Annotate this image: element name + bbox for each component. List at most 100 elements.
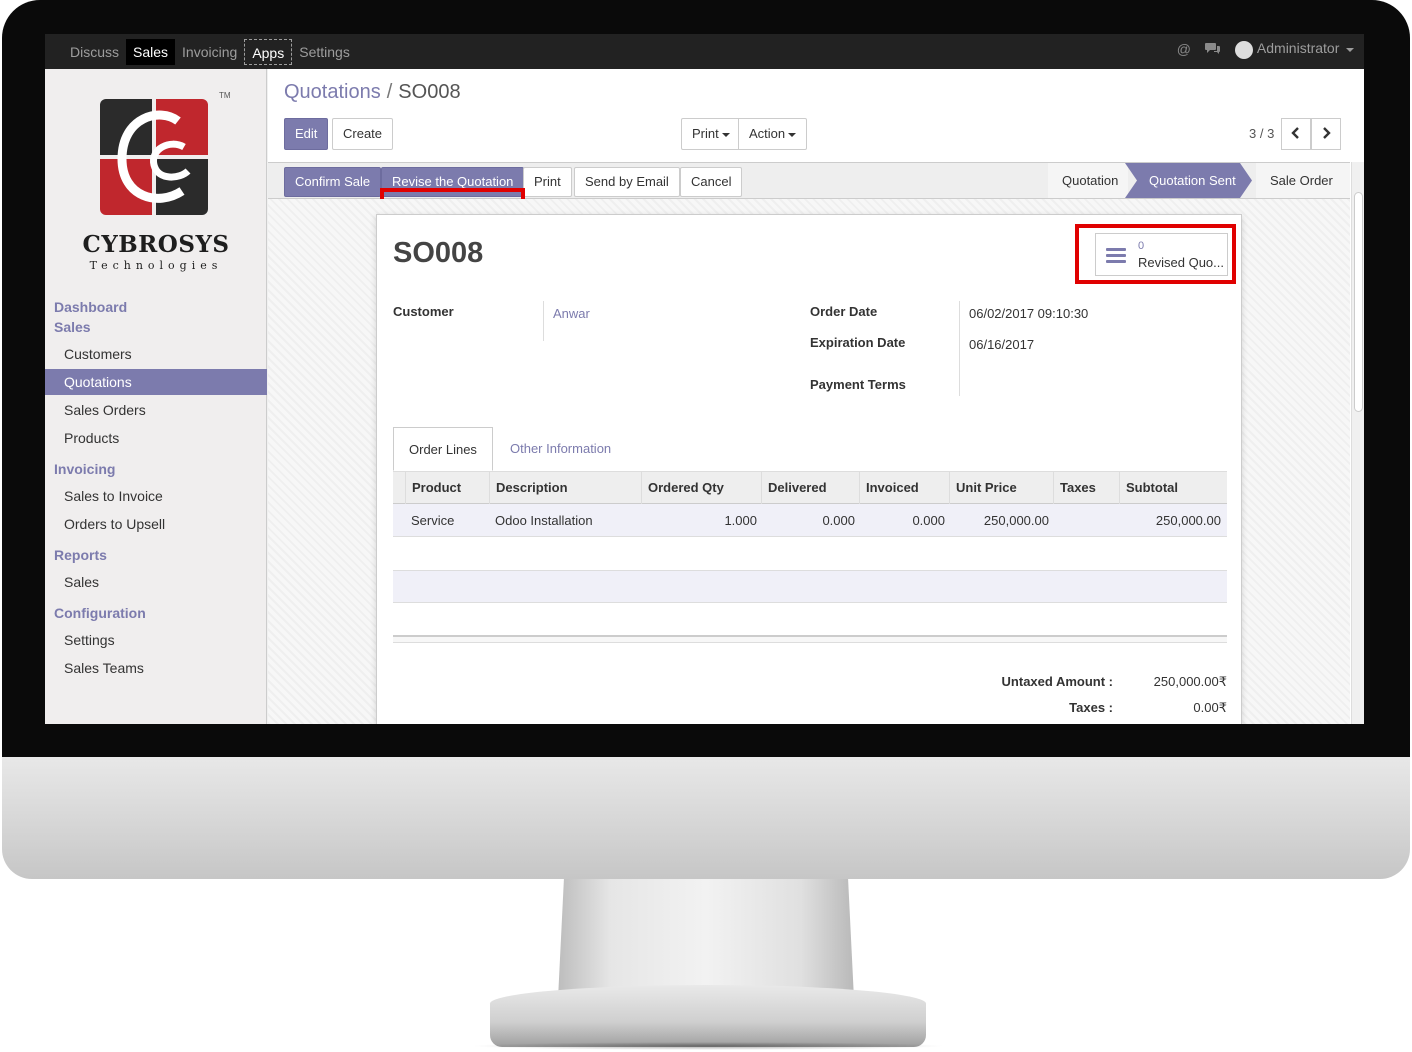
cell-delivered: 0.000 xyxy=(822,513,855,528)
edit-button[interactable]: Edit xyxy=(284,118,329,150)
cell-unit-price: 250,000.00 xyxy=(983,513,1049,528)
sidebar-item-sales-teams[interactable]: Sales Teams xyxy=(45,655,267,681)
chevron-down-icon xyxy=(788,132,797,137)
menu-sales[interactable]: Sales xyxy=(126,39,176,65)
user-menu[interactable]: Administrator xyxy=(1234,40,1354,59)
confirm-sale-button[interactable]: Confirm Sale xyxy=(284,167,382,197)
col-subtotal[interactable]: Subtotal xyxy=(1119,472,1227,504)
stage-quotation-sent[interactable]: Quotation Sent xyxy=(1125,163,1252,198)
chat-bubbles-icon[interactable] xyxy=(1204,41,1221,58)
cancel-button[interactable]: Cancel xyxy=(680,167,743,197)
main-content: Quotations / SO008 Edit Create Print Actio… xyxy=(268,69,1364,724)
col-ordered-qty[interactable]: Ordered Qty xyxy=(641,472,761,504)
pager-value: 3 / 3 xyxy=(1249,126,1275,141)
chevron-left-icon xyxy=(1291,127,1299,139)
top-navbar: Discuss Sales Invoicing Apps Settings @ … xyxy=(45,34,1364,69)
scrollbar-thumb[interactable] xyxy=(1354,192,1363,412)
table-row-empty[interactable] xyxy=(393,570,1227,603)
sidebar-item-sales-to-invoice[interactable]: Sales to Invoice xyxy=(45,483,267,509)
sidebar: TM CYBROSYS Technologies Dashboard Sales… xyxy=(45,69,267,724)
menu-apps[interactable]: Apps xyxy=(244,39,293,65)
customer-label: Customer xyxy=(393,304,454,319)
sidebar-section-dashboard[interactable]: Dashboard xyxy=(45,297,267,317)
avatar xyxy=(1234,40,1253,59)
chevron-down-icon xyxy=(1346,47,1354,52)
table-row[interactable]: Service Odoo Installation 1.000 0.000 0.… xyxy=(393,504,1227,537)
table-footer xyxy=(393,635,1227,643)
order-date-label: Order Date xyxy=(810,304,878,319)
screen: Discuss Sales Invoicing Apps Settings @ … xyxy=(45,34,1364,724)
action-dropdown-label: Action xyxy=(749,126,786,141)
cell-description: Odoo Installation xyxy=(495,513,593,528)
sidebar-section-reports[interactable]: Reports xyxy=(45,545,267,565)
breadcrumb-quotations[interactable]: Quotations xyxy=(284,81,381,103)
action-dropdown[interactable]: Action xyxy=(738,118,808,150)
scrollbar[interactable] xyxy=(1351,162,1364,724)
untaxed-amount-label: Untaxed Amount : xyxy=(1001,674,1113,689)
record-title: SO008 xyxy=(393,237,484,269)
menu-invoicing[interactable]: Invoicing xyxy=(175,39,244,65)
sidebar-item-reports-sales[interactable]: Sales xyxy=(45,569,267,595)
brand-subtitle: Technologies xyxy=(89,259,223,272)
sidebar-section-invoicing[interactable]: Invoicing xyxy=(45,459,267,479)
form-sheet: SO008 0 Revised Quo... Customer Anwar Or… xyxy=(376,214,1242,724)
chevron-down-icon xyxy=(721,132,730,137)
menu-discuss[interactable]: Discuss xyxy=(63,39,126,65)
col-invoiced[interactable]: Invoiced xyxy=(859,472,949,504)
print-button[interactable]: Print xyxy=(523,167,572,197)
cell-ordered-qty: 1.000 xyxy=(724,513,757,528)
create-button[interactable]: Create xyxy=(332,118,394,150)
sidebar-nav: Dashboard Sales Customers Quotations Sal… xyxy=(45,297,267,681)
brand-name: CYBROSYS xyxy=(82,231,230,258)
sidebar-item-products[interactable]: Products xyxy=(45,425,267,451)
sidebar-item-sales-orders[interactable]: Sales Orders xyxy=(45,397,267,423)
at-icon[interactable]: @ xyxy=(1177,41,1191,57)
tab-order-lines[interactable]: Order Lines xyxy=(393,427,493,471)
cell-taxes xyxy=(1055,504,1121,537)
sidebar-item-customers[interactable]: Customers xyxy=(45,341,267,367)
monitor-stand-base xyxy=(490,985,926,1047)
trademark: TM xyxy=(219,91,231,100)
menu-settings[interactable]: Settings xyxy=(292,39,357,65)
sidebar-item-orders-to-upsell[interactable]: Orders to Upsell xyxy=(45,511,267,537)
customer-field[interactable]: Anwar xyxy=(553,306,590,321)
stand-shadow xyxy=(470,1042,946,1050)
user-name: Administrator xyxy=(1256,40,1340,56)
sidebar-section-sales[interactable]: Sales xyxy=(45,317,267,337)
sidebar-section-configuration[interactable]: Configuration xyxy=(45,603,267,623)
breadcrumb-current: SO008 xyxy=(398,81,461,103)
table-header: Product Description Ordered Qty Delivere… xyxy=(393,471,1227,504)
expiration-date-field[interactable]: 06/16/2017 xyxy=(969,337,1034,352)
sidebar-item-settings[interactable]: Settings xyxy=(45,627,267,653)
untaxed-amount-value: 250,000.00₹ xyxy=(1153,674,1227,689)
col-product[interactable]: Product xyxy=(405,472,489,504)
pager-next-button[interactable] xyxy=(1311,118,1341,150)
taxes-value: 0.00₹ xyxy=(1193,700,1227,715)
col-description[interactable]: Description xyxy=(489,472,641,504)
pager-previous-button[interactable] xyxy=(1281,118,1311,150)
highlight-smart-button xyxy=(1075,224,1236,284)
stage-quotation[interactable]: Quotation xyxy=(1048,163,1128,198)
company-logo: TM CYBROSYS Technologies xyxy=(81,91,241,272)
payment-terms-label: Payment Terms xyxy=(810,377,906,392)
col-unit-price[interactable]: Unit Price xyxy=(949,472,1053,504)
breadcrumb: Quotations / SO008 xyxy=(284,81,461,103)
order-lines-table: Product Description Ordered Qty Delivere… xyxy=(393,471,1227,537)
taxes-label: Taxes : xyxy=(1069,700,1113,715)
notebook-tabs: Order Lines Other Information xyxy=(393,427,1227,471)
navbar-right: @ Administrator xyxy=(1177,40,1354,59)
order-date-field[interactable]: 06/02/2017 09:10:30 xyxy=(969,306,1088,321)
col-delivered[interactable]: Delivered xyxy=(761,472,859,504)
stage-sale-order[interactable]: Sale Order xyxy=(1256,163,1350,198)
tab-other-information[interactable]: Other Information xyxy=(495,427,626,471)
logo-letter-icon xyxy=(117,110,191,203)
cell-subtotal: 250,000.00 xyxy=(1155,513,1221,528)
cell-invoiced: 0.000 xyxy=(912,513,945,528)
col-taxes[interactable]: Taxes xyxy=(1053,472,1119,504)
send-by-email-button[interactable]: Send by Email xyxy=(574,167,680,197)
cell-product: Service xyxy=(411,513,455,528)
monitor-chin xyxy=(2,757,1410,879)
sidebar-item-quotations[interactable]: Quotations xyxy=(45,369,267,395)
print-dropdown[interactable]: Print xyxy=(681,118,741,150)
app-menu: Discuss Sales Invoicing Apps Settings xyxy=(63,39,357,65)
